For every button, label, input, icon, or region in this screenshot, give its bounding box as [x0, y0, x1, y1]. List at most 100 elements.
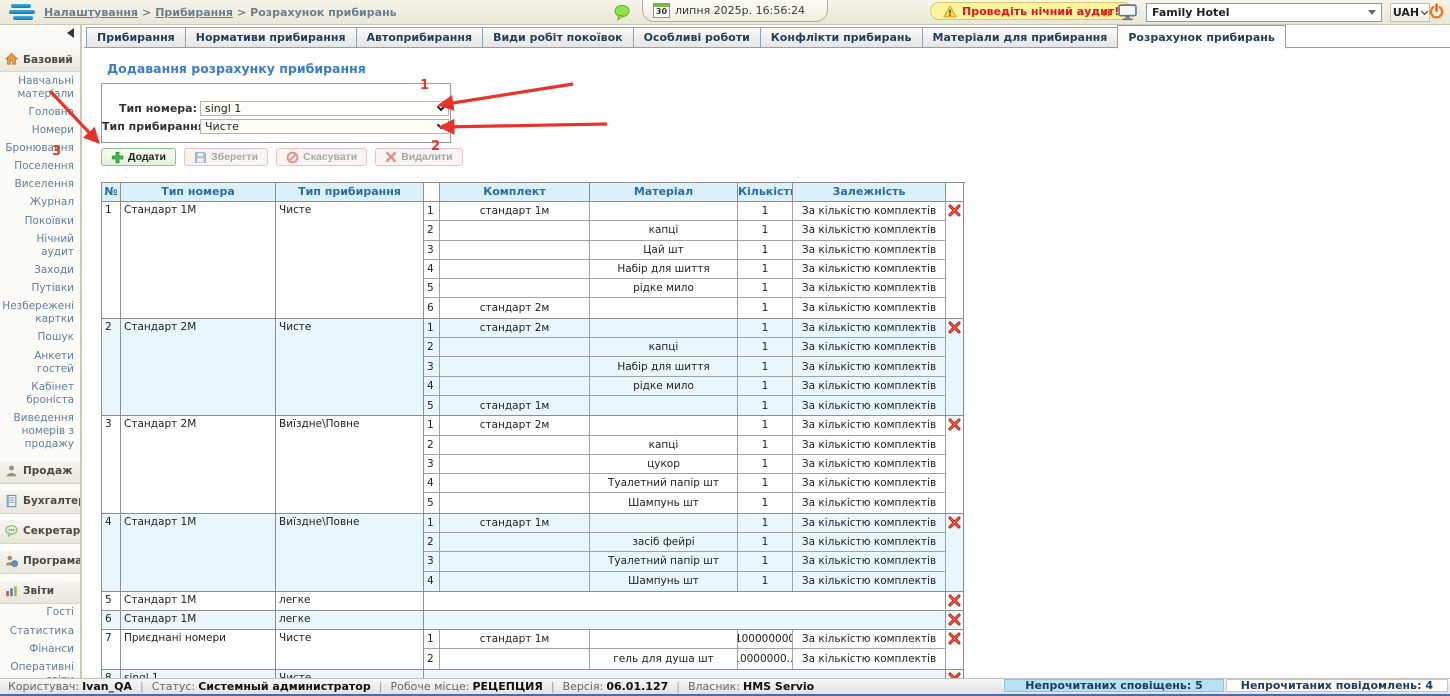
- sidebar-section-4[interactable]: Програма ло: [0, 549, 80, 574]
- material-cell: [590, 319, 738, 338]
- main-area: ПрибиранняНормативи прибиранняАвтоприбир…: [84, 25, 1450, 678]
- cleaning-type-cell: Виїздне\Повне: [276, 416, 424, 513]
- sidebar-item[interactable]: Заходи: [0, 261, 80, 279]
- select-chevron-icon: [437, 121, 445, 129]
- sidebar-item[interactable]: Оперативні звіти: [0, 658, 80, 678]
- material-subrow: 4рідке мило1За кількістю комплектів: [424, 377, 946, 396]
- sidebar-item[interactable]: Бронювання: [0, 140, 80, 158]
- breadcrumb-item[interactable]: Прибирання: [155, 6, 233, 19]
- delete-row-button[interactable]: [948, 321, 961, 334]
- tab-4[interactable]: Особливі роботи: [633, 27, 761, 48]
- sidebar-item[interactable]: Покоївки: [0, 212, 80, 230]
- sidebar-item[interactable]: Анкети гостей: [0, 347, 80, 378]
- breadcrumb-separator: >: [142, 6, 151, 19]
- subrow-number-cell: 5: [424, 396, 440, 415]
- tab-2[interactable]: Автоприбирання: [356, 27, 484, 48]
- sidebar-section-2[interactable]: Бухгалтерія: [0, 489, 80, 514]
- date-time-display[interactable]: 30 липня 2025р. 16:56:24: [642, 0, 828, 22]
- form-select-0[interactable]: singl 1: [200, 101, 449, 116]
- row-number-cell: 3: [102, 416, 121, 513]
- sidebar-item[interactable]: Гості: [0, 604, 80, 622]
- unread-notifications-badge[interactable]: Непрочитаних сповіщень: 5: [1004, 679, 1223, 692]
- breadcrumb-item[interactable]: Налаштування: [44, 6, 138, 19]
- sidebar-section-5[interactable]: Звіти: [0, 579, 80, 604]
- tab-7[interactable]: Розрахунок прибирань: [1117, 25, 1285, 49]
- material-subrow: 4Туалетний папір шт1За кількістю комплек…: [424, 474, 946, 493]
- dependency-cell: За кількістю комплектів: [793, 572, 946, 591]
- delete-row-button[interactable]: [948, 516, 961, 529]
- form-row-0: Тип номера:singl 1: [102, 101, 450, 116]
- sidebar-item[interactable]: Кабінет броніста: [0, 378, 80, 409]
- sidebar-item[interactable]: Номери: [0, 121, 80, 139]
- status-separator: |: [551, 680, 555, 693]
- kit-cell: [440, 279, 590, 298]
- sidebar-item[interactable]: Фінанси: [0, 640, 80, 658]
- tab-0[interactable]: Прибирання: [86, 27, 186, 48]
- resize-arrows-icon[interactable]: [1100, 8, 1113, 21]
- subrow-number-cell: 3: [424, 357, 440, 376]
- kit-cell: стандарт 1м: [440, 396, 590, 415]
- sidebar-item[interactable]: Навчальні матеріали: [0, 72, 80, 103]
- quantity-cell: 1: [738, 572, 793, 591]
- add-button[interactable]: Додати: [101, 148, 176, 166]
- dependency-cell: За кількістю комплектів: [793, 338, 946, 357]
- sidebar-item[interactable]: Виведення номерів з продажу: [0, 410, 80, 454]
- sidebar-collapse-button[interactable]: [0, 25, 80, 42]
- delete-row-button[interactable]: [948, 204, 961, 217]
- sidebar-item[interactable]: Незбережені картки: [0, 298, 80, 329]
- subrow-number-cell: 2: [424, 533, 440, 552]
- material-subrow: 1стандарт 2м1За кількістю комплектів: [424, 319, 946, 338]
- sidebar-item[interactable]: Статистика: [0, 622, 80, 640]
- tab-6[interactable]: Матеріали для прибирання: [922, 27, 1119, 48]
- dependency-cell: За кількістю комплектів: [793, 533, 946, 552]
- sidebar-section-3[interactable]: Секретар: [0, 519, 80, 544]
- currency-select[interactable]: UAH: [1390, 3, 1430, 22]
- sidebar-item[interactable]: Нічний аудит: [0, 230, 80, 261]
- cleaning-type-cell: Виїздне\Повне: [276, 514, 424, 592]
- dependency-cell: За кількістю комплектів: [793, 396, 946, 415]
- tab-5[interactable]: Конфлікти прибирань: [760, 27, 923, 48]
- hotel-select[interactable]: Family Hotel: [1146, 3, 1382, 22]
- sidebar-item[interactable]: Журнал: [0, 194, 80, 212]
- save-button[interactable]: Зберегти: [184, 148, 268, 166]
- chat-icon[interactable]: [614, 4, 630, 24]
- kit-cell: стандарт 2м: [440, 298, 590, 317]
- delete-row-button[interactable]: [948, 418, 961, 431]
- tab-1[interactable]: Нормативи прибирання: [185, 27, 357, 48]
- material-sublist: 1стандарт 2м1За кількістю комплектів2кап…: [424, 416, 946, 513]
- tab-3[interactable]: Види робіт покоївок: [482, 27, 634, 48]
- kit-cell: [440, 338, 590, 357]
- sidebar-item[interactable]: Путівки: [0, 280, 80, 298]
- sidebar-item[interactable]: Виселення: [0, 176, 80, 194]
- power-icon[interactable]: [1428, 3, 1445, 24]
- subrow-number-cell: 1: [424, 630, 440, 649]
- material-cell: гель для душа шт: [590, 649, 738, 668]
- delete-row-button[interactable]: [948, 632, 961, 645]
- sidebar-item[interactable]: Пошук: [0, 329, 80, 347]
- delete-row-button[interactable]: [948, 594, 961, 607]
- material-cell: засіб фейрі: [590, 533, 738, 552]
- delete-row-button[interactable]: [948, 613, 961, 626]
- status-label: Власник:: [688, 680, 740, 693]
- kit-cell: стандарт 2м: [440, 416, 590, 435]
- currency-select-value: UAH: [1393, 6, 1419, 19]
- page-title: Додавання розрахунку прибирання: [107, 61, 366, 76]
- dependency-cell: За кількістю комплектів: [793, 298, 946, 317]
- quantity-cell: 1: [738, 221, 793, 240]
- sidebar-item[interactable]: Поселення: [0, 158, 80, 176]
- quantity-cell: 100000000: [738, 630, 793, 649]
- unread-messages-badge[interactable]: Непрочитаних повідомлень: 4: [1226, 679, 1448, 692]
- row-number-cell: 5: [102, 592, 121, 611]
- subrow-number-cell: 4: [424, 260, 440, 279]
- material-cell: капці: [590, 436, 738, 455]
- sidebar-section-0[interactable]: Базовий: [0, 47, 80, 72]
- dependency-cell: За кількістю комплектів: [793, 279, 946, 298]
- delete-button[interactable]: Видалити: [375, 148, 462, 166]
- cancel-button[interactable]: Скасувати: [276, 148, 367, 166]
- material-subrow: 2гель для душа шт10000000...За кількістю…: [424, 649, 946, 668]
- sidebar-section-1[interactable]: Продаж: [0, 459, 80, 484]
- workstation-icon[interactable]: [1118, 4, 1137, 24]
- form-select-1[interactable]: Чисте: [200, 119, 449, 134]
- sidebar-item[interactable]: Головна: [0, 103, 80, 121]
- material-subrow: 3Набір для шиття1За кількістю комплектів: [424, 357, 946, 376]
